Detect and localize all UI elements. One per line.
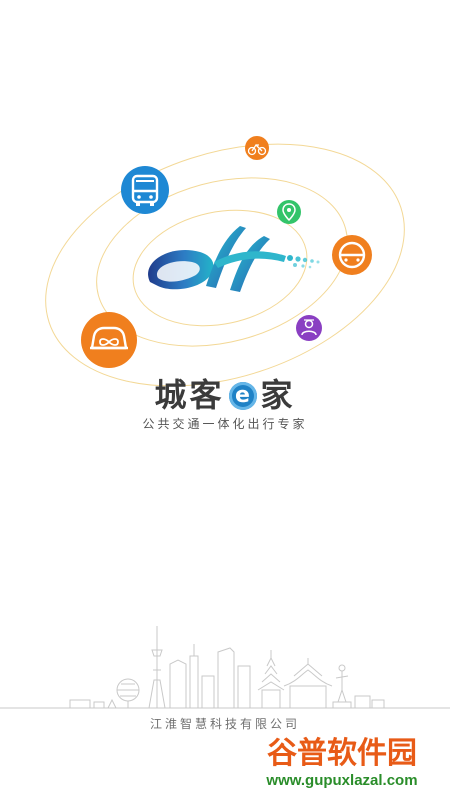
watermark-url: www.gupuxlazal.com <box>266 772 418 789</box>
location-pin-icon <box>277 200 301 224</box>
app-title-part1: 城客 <box>154 376 225 414</box>
city-skyline-illustration <box>0 626 450 709</box>
car-share-icon <box>81 312 137 368</box>
app-logo <box>148 226 320 292</box>
app-title: 城客 e 家 <box>0 375 450 415</box>
company-name: 江淮智慧科技有限公司 <box>149 717 300 731</box>
app-tagline: 公共交通一体化出行专家 <box>142 417 308 431</box>
person-pin-icon <box>296 315 322 341</box>
watermark-title: 谷普软件园 <box>267 736 417 771</box>
bus-icon <box>121 166 169 214</box>
site-watermark: 谷普软件园 www.gupuxlazal.com <box>242 737 442 795</box>
e-badge-icon: e <box>228 382 257 410</box>
splash-screen: 城客 e 家 公共交通一体化出行专家 江淮智慧科技有限公司 谷普软件园 www.… <box>0 0 450 800</box>
bicycle-icon <box>245 136 269 160</box>
app-title-part2: 家 <box>260 376 296 414</box>
car-icon <box>332 235 372 275</box>
